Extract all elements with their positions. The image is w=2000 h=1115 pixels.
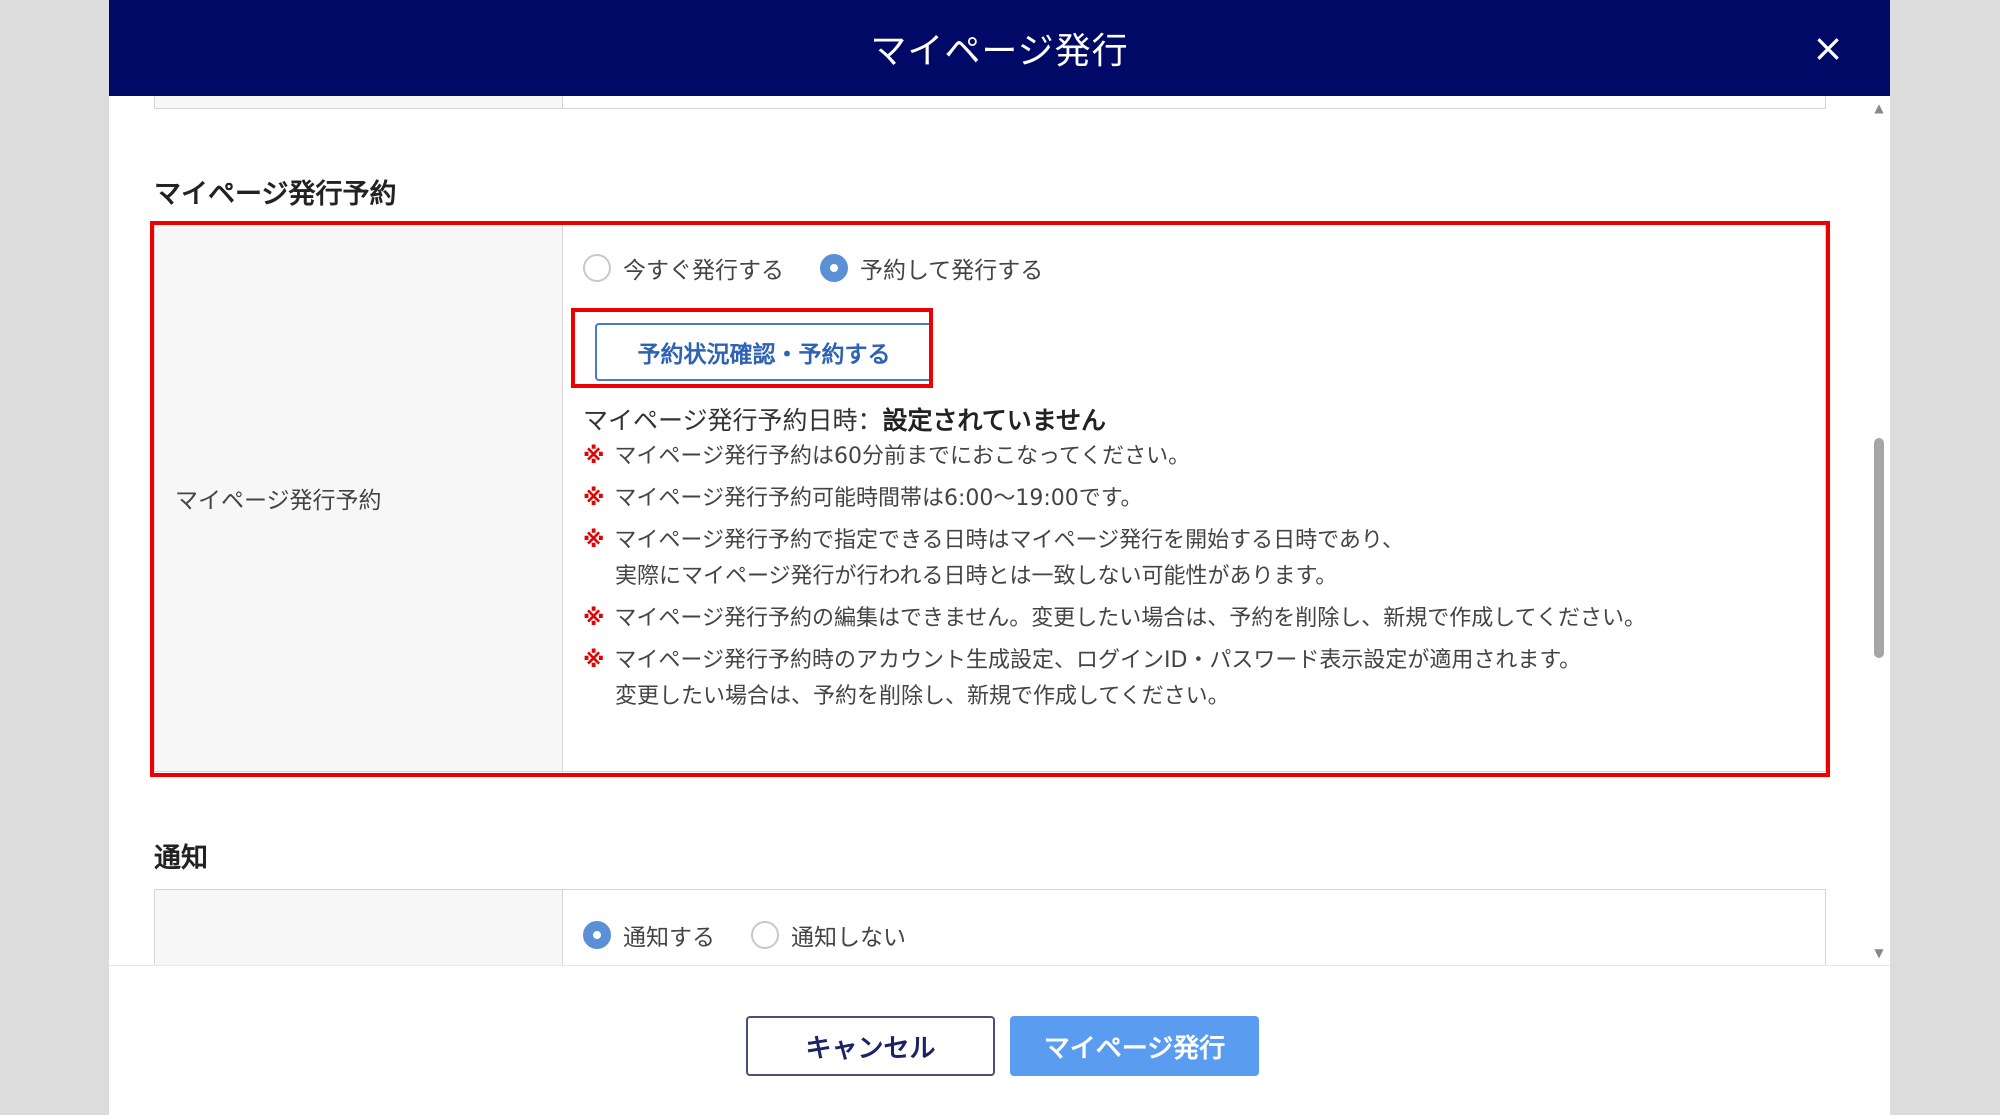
- note-mark: ※: [583, 648, 605, 673]
- note-mark: ※: [583, 444, 605, 469]
- mypage-issue-modal: マイページ発行 × マイページ発行予約 マイページ発行予約 今すぐ発行する 予約…: [109, 0, 1890, 1115]
- radio-notify-circle[interactable]: [583, 921, 611, 949]
- radio-no-notify[interactable]: 通知しない: [751, 918, 906, 952]
- reservation-button-wrap: 予約状況確認・予約する: [589, 317, 939, 387]
- notification-table: 通知する 通知しない: [154, 889, 1826, 965]
- note-item: ※ マイページ発行予約可能時間帯は6:00～19:00です。: [583, 481, 1143, 517]
- note-item: ※ マイページ発行予約の編集はできません。変更したい場合は、予約を削除し、新規で作…: [583, 601, 1646, 637]
- radio-notify-label: 通知する: [623, 925, 715, 951]
- note-text: マイページ発行予約で指定できる日時はマイページ発行を開始する日時であり、: [614, 528, 1404, 553]
- previous-row-label-cell: [155, 96, 563, 108]
- notification-radio-group-wrap: 通知する 通知しない: [583, 918, 906, 952]
- note-text: 実際にマイページ発行が行われる日時とは一致しない可能性があります。: [615, 564, 1338, 589]
- radio-issue-now-label: 今すぐ発行する: [623, 258, 784, 284]
- scroll-down-arrow-icon[interactable]: ▼: [1868, 943, 1890, 963]
- note-mark: ※: [583, 486, 605, 511]
- notification-row-label: [155, 890, 563, 965]
- close-icon[interactable]: ×: [1806, 26, 1850, 70]
- reservation-notes: ※ マイページ発行予約は60分前までにおこなってください。 ※ マイページ発行予約可…: [583, 439, 1783, 759]
- previous-table-row: [154, 96, 1826, 109]
- radio-no-notify-label: 通知しない: [791, 925, 906, 951]
- note-text: マイページ発行予約の編集はできません。変更したい場合は、予約を削除し、新規で作成…: [614, 606, 1646, 631]
- note-text: マイページ発行予約は60分前までにおこなってください。: [614, 444, 1191, 469]
- note-text: 変更したい場合は、予約を削除し、新規で作成してください。: [615, 684, 1230, 709]
- note-item-continuation: 変更したい場合は、予約を削除し、新規で作成してください。: [583, 679, 1230, 715]
- modal-footer: キャンセル マイページ発行: [109, 965, 1890, 1115]
- note-item: ※ マイページ発行予約で指定できる日時はマイページ発行を開始する日時であり、: [583, 523, 1404, 559]
- cancel-button[interactable]: キャンセル: [746, 1016, 995, 1076]
- scroll-thumb[interactable]: [1874, 438, 1884, 658]
- modal-title: マイページ発行: [870, 31, 1129, 72]
- reservation-date-value: 設定されていません: [882, 406, 1107, 435]
- reservation-row-label: マイページ発行予約: [155, 225, 563, 771]
- vertical-scrollbar[interactable]: ▲ ▼: [1868, 96, 1890, 965]
- reservation-status-button[interactable]: 予約状況確認・予約する: [595, 323, 933, 381]
- notification-section-title: 通知: [154, 843, 208, 874]
- radio-issue-scheduled-circle[interactable]: [820, 254, 848, 282]
- modal-header: マイページ発行 ×: [109, 0, 1890, 96]
- issue-mypage-button[interactable]: マイページ発行: [1010, 1016, 1259, 1076]
- radio-notify[interactable]: 通知する: [583, 918, 715, 952]
- reservation-radio-group: 今すぐ発行する 予約して発行する: [583, 251, 1043, 285]
- reservation-date-label: マイページ発行予約日時：: [583, 406, 883, 435]
- note-mark: ※: [583, 606, 605, 631]
- note-text: マイページ発行予約時のアカウント生成設定、ログインID・パスワード表示設定が適用…: [614, 648, 1582, 673]
- note-item: ※ マイページ発行予約時のアカウント生成設定、ログインID・パスワード表示設定が適…: [583, 643, 1581, 679]
- radio-issue-now[interactable]: 今すぐ発行する: [583, 251, 784, 285]
- note-mark: ※: [583, 528, 605, 553]
- reservation-radio-group-wrap: 今すぐ発行する 予約して発行する: [583, 251, 1043, 285]
- note-text: マイページ発行予約可能時間帯は6:00～19:00です。: [614, 486, 1143, 511]
- radio-issue-scheduled-label: 予約して発行する: [860, 258, 1044, 284]
- scroll-up-arrow-icon[interactable]: ▲: [1868, 98, 1890, 118]
- note-item-continuation: 実際にマイページ発行が行われる日時とは一致しない可能性があります。: [583, 559, 1337, 595]
- reservation-section-title: マイページ発行予約: [154, 179, 397, 210]
- radio-issue-scheduled[interactable]: 予約して発行する: [820, 251, 1043, 285]
- modal-body[interactable]: マイページ発行予約 マイページ発行予約 今すぐ発行する 予約して発行する 予約状…: [109, 96, 1890, 965]
- radio-no-notify-circle[interactable]: [751, 921, 779, 949]
- reservation-date-line: マイページ発行予約日時：設定されていません: [583, 401, 1106, 437]
- note-item: ※ マイページ発行予約は60分前までにおこなってください。: [583, 439, 1190, 475]
- reservation-table: マイページ発行予約 今すぐ発行する 予約して発行する 予約状況確認・予約する マ…: [154, 224, 1826, 772]
- notification-radio-group: 通知する 通知しない: [583, 918, 906, 952]
- radio-issue-now-circle[interactable]: [583, 254, 611, 282]
